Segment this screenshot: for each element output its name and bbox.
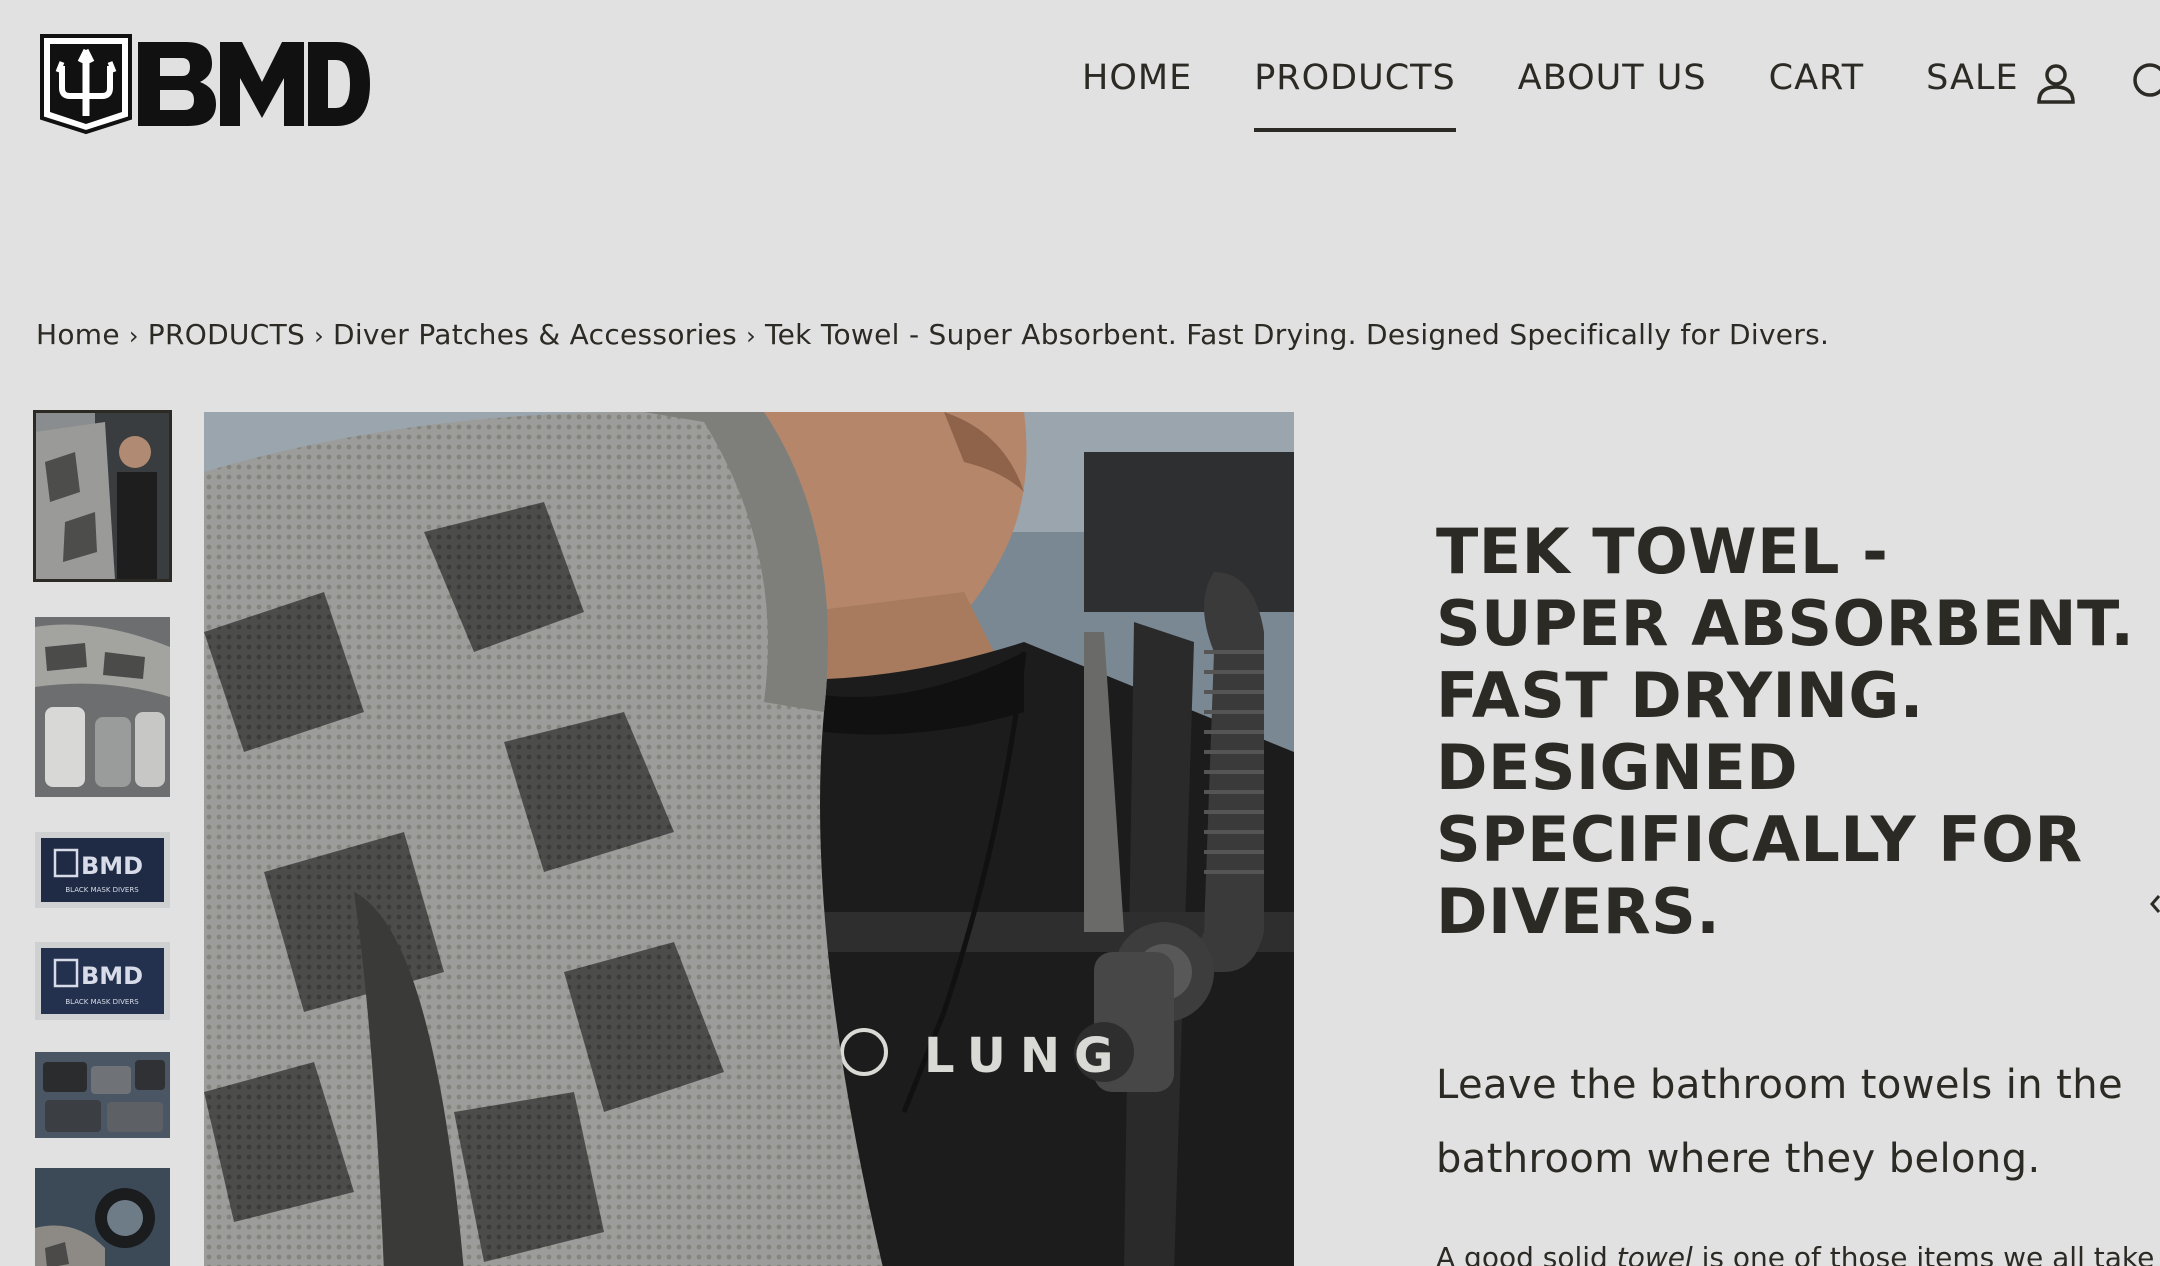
svg-text:BMD: BMD <box>81 852 143 880</box>
nav-cart[interactable]: CART <box>1769 58 1865 98</box>
nav-about-us[interactable]: ABOUT US <box>1518 58 1707 98</box>
breadcrumb-current: Tek Towel - Super Absorbent. Fast Drying… <box>764 318 1830 351</box>
nav-sale[interactable]: SALE <box>1926 58 2018 98</box>
main-nav: HOME PRODUCTS ABOUT US CART SALE <box>1082 58 2081 132</box>
product-title: TEK TOWEL - SUPER ABSORBENT. FAST DRYING… <box>1436 515 2135 948</box>
chevron-left-icon[interactable] <box>2150 894 2160 914</box>
breadcrumb-home[interactable]: Home <box>36 318 120 351</box>
page: HOME PRODUCTS ABOUT US CART SALE Home › PR… <box>0 0 2160 1266</box>
product-description: A good solid towel is one of those items… <box>1436 1238 2160 1266</box>
breadcrumb-separator: › <box>128 322 139 350</box>
description-start: A good solid <box>1436 1241 1617 1266</box>
description-end: is one of those items we all take <box>1692 1241 2155 1266</box>
thumbnail-6[interactable] <box>35 1168 170 1266</box>
description-emphasis: towel <box>1616 1241 1693 1266</box>
nav-home[interactable]: HOME <box>1082 58 1192 98</box>
breadcrumb-diver-patches[interactable]: Diver Patches & Accessories <box>333 318 737 351</box>
thumbnail-4-caption: BLACK MASK DIVERS <box>65 998 139 1006</box>
thumbnail-2[interactable] <box>35 617 170 797</box>
breadcrumb: Home › PRODUCTS › Diver Patches & Accessorie… <box>36 318 1829 351</box>
account-icon[interactable] <box>2036 62 2076 104</box>
product-lead-text: Leave the bathroom towels in the bathroo… <box>1436 1062 2123 1182</box>
nav-products[interactable]: PRODUCTS <box>1254 58 1456 132</box>
brand-logo[interactable] <box>36 32 372 136</box>
thumbnail-3-caption: BLACK MASK DIVERS <box>65 886 139 894</box>
breadcrumb-separator: › <box>314 322 324 350</box>
thumbnail-1[interactable] <box>33 410 172 582</box>
breadcrumb-products[interactable]: PRODUCTS <box>148 318 305 351</box>
main-product-image[interactable]: LUNG <box>204 412 1294 1266</box>
thumbnail-4[interactable]: BMD BLACK MASK DIVERS <box>35 942 170 1020</box>
svg-text:BMD: BMD <box>81 962 143 990</box>
thumbnail-3[interactable]: BMD BLACK MASK DIVERS <box>35 832 170 908</box>
main-image-lung-text: LUNG <box>924 1028 1127 1084</box>
bmd-logo-mark <box>40 34 370 135</box>
thumbnail-5[interactable] <box>35 1052 170 1138</box>
breadcrumb-separator: › <box>746 322 756 350</box>
search-icon[interactable] <box>2130 60 2160 104</box>
